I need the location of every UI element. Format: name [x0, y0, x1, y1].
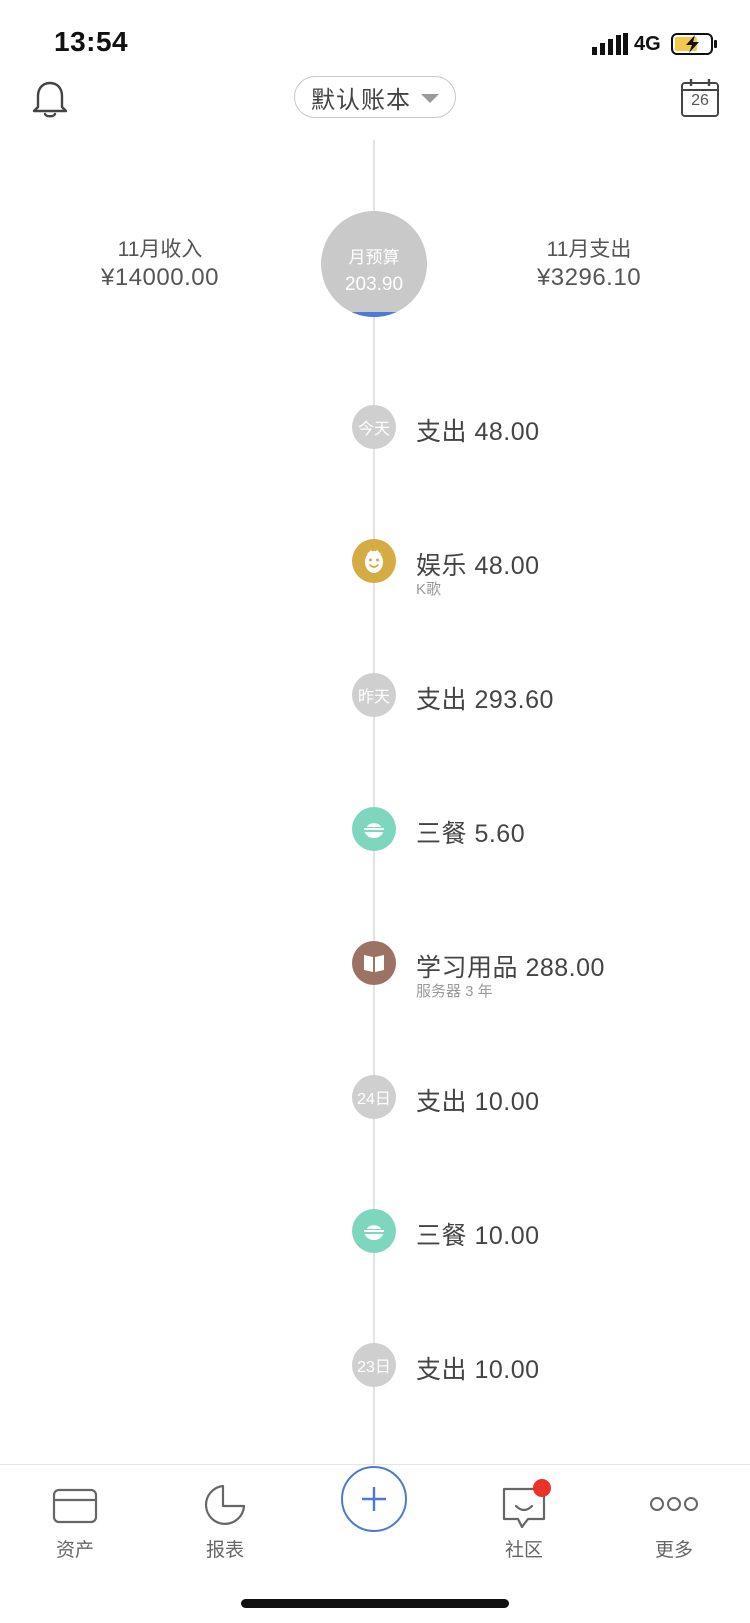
tab-assets[interactable]: 资产 — [25, 1535, 125, 1562]
tab-community[interactable]: 社区 — [474, 1535, 574, 1562]
entry-text[interactable]: 三餐 5.60 — [416, 814, 525, 850]
budget-label: 月预算 — [348, 248, 400, 267]
ledger-selector[interactable]: 默认账本 — [294, 76, 456, 118]
entry-note: 服务器 3 年 — [416, 983, 493, 1000]
tabbar-divider — [0, 1464, 750, 1465]
add-entry-button[interactable] — [341, 1466, 407, 1532]
pie-chart-icon[interactable] — [201, 1480, 249, 1528]
expense-value: ¥3296.10 — [536, 264, 642, 291]
tab-more[interactable]: 更多 — [624, 1535, 724, 1562]
signal-icon — [592, 33, 628, 55]
more-dots-icon[interactable] — [648, 1484, 700, 1532]
entry-text[interactable]: 三餐 10.00 — [416, 1216, 540, 1252]
entry-text[interactable]: 支出 10.00 — [416, 1082, 540, 1118]
chevron-down-icon — [421, 93, 439, 103]
network-type: 4G — [634, 33, 661, 55]
date-node-yesterday: 昨天 — [352, 673, 396, 717]
entry-text[interactable]: 支出 10.00 — [416, 1350, 540, 1386]
ledger-name: 默认账本 — [311, 86, 411, 114]
budget-circle[interactable]: 月预算 203.90 — [321, 211, 427, 317]
budget-progress-bar — [321, 312, 427, 317]
meal-bowl-icon[interactable] — [352, 807, 396, 851]
calendar-day: 26 — [691, 92, 709, 109]
plus-icon — [362, 1487, 386, 1511]
entertainment-icon[interactable] — [352, 539, 396, 583]
entry-text[interactable]: 学习用品 288.00 — [416, 948, 605, 984]
calendar-button[interactable]: 26 — [680, 78, 720, 118]
wallet-card-icon[interactable] — [51, 1482, 99, 1530]
income-label: 11月收入 — [117, 238, 203, 261]
entry-text[interactable]: 支出 48.00 — [416, 412, 540, 448]
date-node-today: 今天 — [352, 405, 396, 449]
timeline-line — [373, 140, 375, 1465]
budget-value: 203.90 — [344, 274, 404, 295]
home-indicator — [241, 1599, 509, 1608]
status-time: 13:54 — [54, 26, 129, 57]
entry-text[interactable]: 支出 293.60 — [416, 680, 554, 716]
meal-bowl-icon[interactable] — [352, 1209, 396, 1253]
expense-label: 11月支出 — [546, 238, 632, 261]
bell-icon[interactable] — [28, 76, 72, 120]
date-node-24: 24日 — [352, 1075, 396, 1119]
battery-charging-icon — [671, 33, 717, 55]
notification-badge — [533, 1479, 551, 1497]
date-node-23: 23日 — [352, 1343, 396, 1387]
entry-note: K歌 — [416, 581, 442, 598]
entry-text[interactable]: 娱乐 48.00 — [416, 546, 540, 582]
book-icon[interactable] — [352, 941, 396, 985]
tab-reports[interactable]: 报表 — [175, 1535, 275, 1562]
income-value: ¥14000.00 — [101, 264, 219, 291]
